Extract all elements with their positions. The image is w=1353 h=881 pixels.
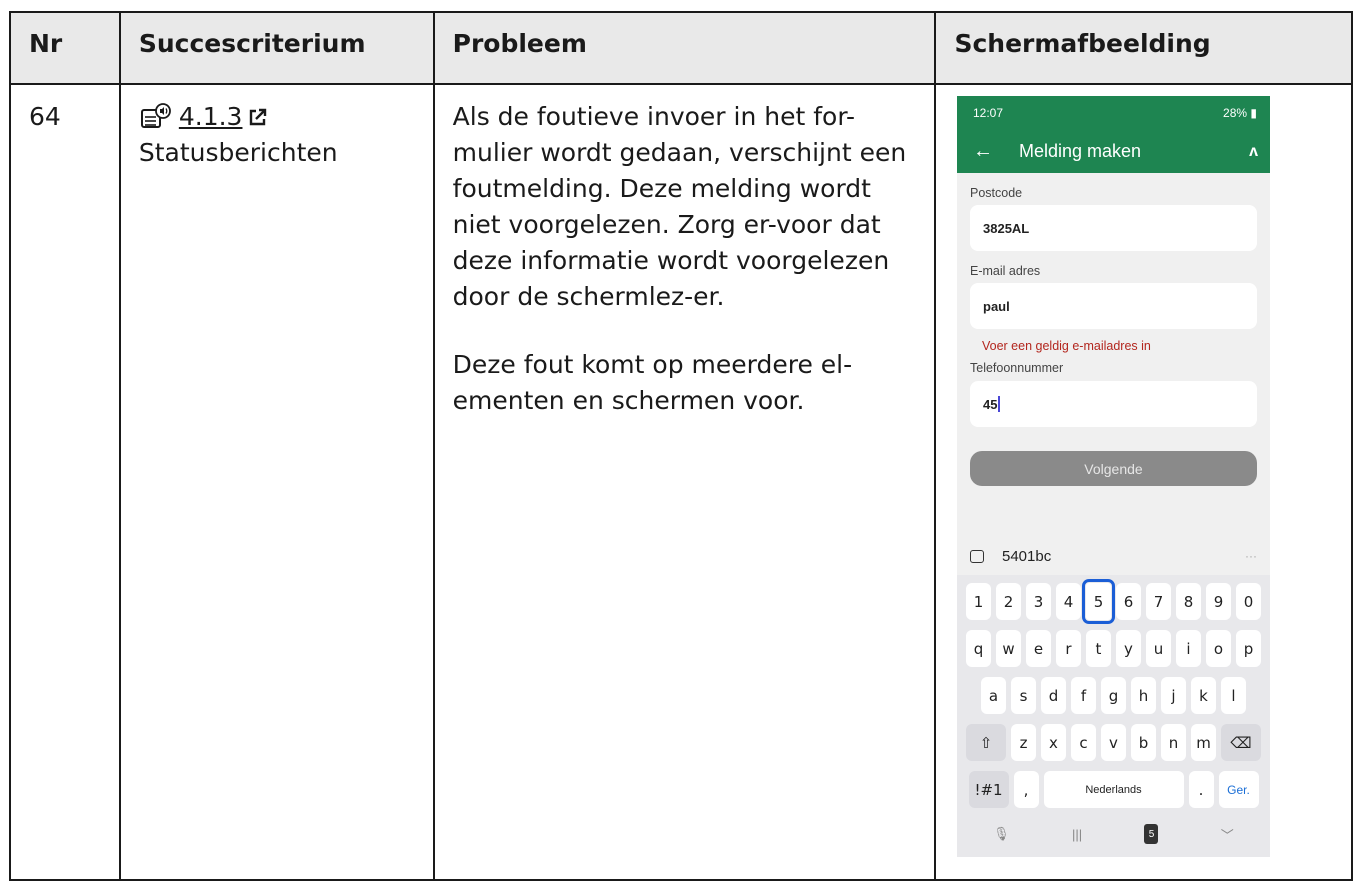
key[interactable]: 6 [1116,583,1141,620]
comma-key[interactable]: , [1013,771,1039,808]
report-form: Postcode 3825AL E-mail adres paul Voer e… [957,173,1270,427]
recent-apps-icon[interactable]: ||| [1072,827,1082,842]
keyboard-row-top: q w e r t y u i o p [962,630,1265,667]
period-key[interactable]: . [1188,771,1214,808]
microphone-icon[interactable]: 🎙︎ [993,826,1010,842]
key[interactable]: z [1011,724,1036,761]
key[interactable]: 2 [996,583,1021,620]
key[interactable]: o [1206,630,1231,667]
key[interactable]: n [1161,724,1186,761]
back-arrow-icon[interactable]: ← [973,140,1019,163]
go-key[interactable]: Ger. [1218,771,1259,808]
key[interactable]: c [1071,724,1096,761]
key[interactable]: m [1191,724,1216,761]
app-title: Melding maken [1019,141,1142,161]
key[interactable]: 3 [1026,583,1051,620]
suggestion-text[interactable]: 5401bc [1002,548,1051,565]
problem-paragraph-1: Als de foutieve invoer in het for-mulier… [452,102,907,311]
key[interactable]: k [1191,677,1216,714]
postcode-label: Postcode [970,186,1023,200]
keyboard-row-space: !#1 , Nederlands . Ger. [962,771,1265,808]
email-error-message: Voer een geldig e-mailadres in [982,339,1151,353]
key[interactable]: h [1131,677,1156,714]
symbols-key[interactable]: !#1 [968,771,1009,808]
next-button[interactable]: Volgende [970,451,1257,486]
key[interactable]: t [1086,630,1111,667]
text-cursor [998,396,1001,412]
key[interactable]: j [1161,677,1186,714]
keyboard-row-numbers: 1 2 3 4 5 6 7 8 9 0 [962,579,1265,624]
key[interactable]: p [1236,630,1261,667]
key[interactable]: x [1041,724,1066,761]
status-time: 12:07 [973,106,1004,120]
row-nr: 64 [9,83,121,881]
phone-field-value: 45 [983,396,998,412]
app-logo-icon: ʌ [1249,142,1258,160]
row-problem: Als de foutieve invoer in het for-mulier… [432,83,937,881]
key[interactable]: 4 [1056,583,1081,620]
key[interactable]: a [981,677,1006,714]
header-row: Nr Succescriterium Probleem Schermafbeel… [9,11,1353,85]
key[interactable]: u [1146,630,1171,667]
backspace-key-icon[interactable]: ⌫ [1221,724,1261,761]
key[interactable]: e [1026,630,1051,667]
more-icon[interactable]: ··· [1245,549,1257,563]
phone-label: Telefoonnummer [970,361,1064,375]
nav-badge: 5 [1144,824,1159,844]
key-highlighted[interactable]: 5 [1082,579,1115,624]
phone-field[interactable]: 45 [970,381,1257,427]
key[interactable]: y [1116,630,1141,667]
criterion-link[interactable]: 4.1.3 [179,99,243,135]
on-screen-keyboard: 1 2 3 4 5 6 7 8 9 0 q w e r t y u i o p … [957,575,1270,857]
key[interactable]: l [1221,677,1246,714]
key[interactable]: w [996,630,1021,667]
shift-key-icon[interactable]: ⇧ [966,724,1006,761]
key[interactable]: r [1056,630,1081,667]
battery-icon: ▮ [1247,106,1257,120]
postcode-field[interactable]: 3825AL [970,205,1257,251]
clipboard-icon[interactable] [970,549,984,563]
app-bar: ← Melding maken ʌ [957,130,1270,173]
key[interactable]: i [1176,630,1201,667]
row-criterion: 4.1.3 Statusberichten [118,83,435,881]
key[interactable]: 7 [1146,583,1171,620]
battery-status: 28% ▮ [1223,106,1257,120]
screen-reader-icon [139,102,173,132]
suggestion-bar: 5401bc ··· [957,537,1270,575]
keyboard-row-bottom: ⇧ z x c v b n m ⌫ [962,724,1265,761]
key[interactable]: 9 [1206,583,1231,620]
phone-screenshot: 12:07 28% ▮ ← Melding maken ʌ Postcode 3… [957,96,1270,857]
header-problem: Probleem [432,11,937,85]
key[interactable]: v [1101,724,1126,761]
email-field[interactable]: paul [970,283,1257,329]
problem-paragraph-2: Deze fout komt op meerdere el-ementen en… [452,350,853,415]
header-criterion: Succescriterium [118,11,435,85]
key[interactable]: b [1131,724,1156,761]
key[interactable]: q [966,630,991,667]
header-screenshot: Schermafbeelding [934,11,1353,85]
key[interactable]: s [1011,677,1036,714]
space-key[interactable]: Nederlands [1043,771,1184,808]
key[interactable]: 0 [1236,583,1261,620]
criterion-name: Statusberichten [138,138,338,167]
key[interactable]: 1 [966,583,991,620]
battery-percent: 28% [1223,106,1248,120]
header-nr: Nr [9,11,121,85]
key[interactable]: g [1101,677,1126,714]
key[interactable]: d [1041,677,1066,714]
status-bar: 12:07 28% ▮ [957,96,1270,130]
chevron-down-icon[interactable]: ﹀ [1221,825,1234,844]
keyboard-nav-bar: 🎙︎ ||| 5 ﹀ [962,814,1265,854]
external-link-icon [248,107,268,127]
email-label: E-mail adres [970,264,1041,278]
key[interactable]: f [1071,677,1096,714]
key[interactable]: 8 [1176,583,1201,620]
keyboard-row-middle: a s d f g h j k l [962,677,1265,714]
